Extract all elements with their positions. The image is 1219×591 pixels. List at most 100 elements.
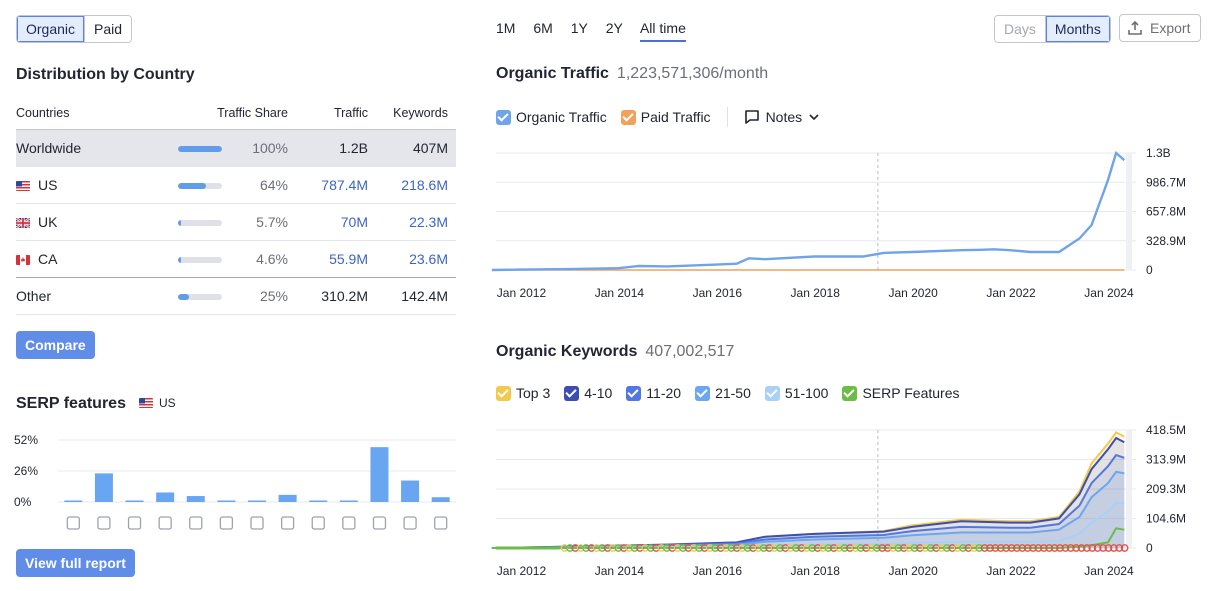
traffic-value: 1,223,571,306/month [616, 65, 769, 82]
traffic-value: 310.2M [321, 287, 368, 304]
serp-bar [186, 496, 205, 502]
us-flag-icon [16, 180, 30, 191]
organic-toggle[interactable]: Organic [17, 16, 85, 42]
traffic-link[interactable]: 55.9M [329, 251, 368, 267]
keywords-chart: 418.5M 313.9M 209.3M 104.6M 0 Jan 2012 Jan 201… [491, 423, 1186, 578]
notes-icon [744, 110, 759, 124]
period-all-time[interactable]: All time [639, 20, 686, 42]
serp-bar [156, 492, 175, 502]
share-value: 64% [259, 176, 288, 193]
traffic-chart: 1.3B 986.7M 657.8M 328.9M 0 Jan 2012 Jan 2014 J… [491, 146, 1186, 300]
days-toggle[interactable]: Days [995, 16, 1045, 42]
divider [726, 107, 728, 127]
crown-icon [66, 516, 80, 530]
x-tick-label: Jan 2020 [888, 286, 938, 300]
serp-bar [125, 500, 144, 502]
images-icon [189, 516, 203, 530]
legend-paid-traffic[interactable]: Paid Traffic [620, 109, 711, 125]
review-icon [280, 516, 295, 530]
serp-country[interactable]: US [139, 396, 176, 410]
keywords-link[interactable]: 22.3M [409, 214, 448, 230]
checkbox-icon [564, 385, 580, 401]
legend-label: 11-20 [646, 385, 682, 401]
granularity-toggle: Days Months [994, 15, 1111, 43]
x-tick-label: Jan 2020 [888, 564, 938, 578]
x-tick-label: Jan 2024 [1084, 564, 1134, 578]
y-tick-label: 0% [14, 495, 32, 509]
share-value: 100% [252, 139, 288, 156]
table-row[interactable]: CA 4.6% 55.9M 23.6M [16, 239, 456, 277]
country-name: Other [16, 287, 52, 304]
y-tick-label: 313.9M [1146, 453, 1186, 467]
incomplete-period [1126, 430, 1132, 548]
traffic-value: 1.2B [339, 139, 368, 156]
keywords-header: Organic Keywords 407,002,517 [496, 343, 734, 361]
table-row[interactable]: US 64% 787.4M 218.6M [16, 165, 456, 203]
x-tick-label: Jan 2022 [986, 286, 1036, 300]
link-icon [97, 516, 111, 530]
keywords-legend: Top 3 4-10 11-20 21-50 51-100 SERP Featu… [496, 385, 973, 401]
legend-organic-traffic[interactable]: Organic Traffic [496, 109, 607, 125]
legend-serp-features[interactable]: SERP Features [842, 385, 959, 401]
list-icon [434, 516, 448, 530]
compare-button[interactable]: Compare [16, 331, 95, 359]
serp-bar [370, 447, 389, 502]
col-traffic-share: Traffic Share [217, 105, 288, 120]
country-name: CA [38, 250, 58, 267]
export-label: Export [1150, 20, 1191, 36]
legend-label: 51-100 [784, 385, 829, 401]
serp-bar [94, 473, 113, 502]
checkbox-icon [695, 385, 711, 401]
traffic-legend: Organic Traffic Paid Traffic Notes [496, 107, 820, 127]
comment-icon [372, 516, 387, 530]
share-bar [178, 182, 223, 189]
y-tick-label: 0 [1146, 263, 1153, 277]
export-button[interactable]: Export [1119, 14, 1202, 42]
view-full-report-button[interactable]: View full report [16, 549, 135, 577]
period-1y[interactable]: 1Y [571, 20, 588, 40]
serp-bar [401, 480, 420, 502]
legend-21-50[interactable]: 21-50 [695, 385, 751, 401]
serp-title: SERP features [16, 395, 126, 412]
play-icon [219, 516, 234, 530]
paid-toggle[interactable]: Paid [84, 16, 132, 42]
months-toggle[interactable]: Months [1044, 16, 1110, 42]
source-toggle: Organic Paid [16, 15, 133, 43]
table-row: Other 25% 310.2M 142.4M [16, 276, 456, 315]
period-2y[interactable]: 2Y [606, 20, 623, 40]
y-tick-label: 209.3M [1146, 482, 1186, 496]
legend-51-100[interactable]: 51-100 [764, 385, 829, 401]
ca-flag-icon [16, 254, 30, 265]
x-tick-label: Jan 2014 [595, 286, 645, 300]
traffic-link[interactable]: 787.4M [321, 177, 368, 193]
play-circle-icon [250, 516, 264, 530]
legend-label: Paid Traffic [640, 109, 711, 125]
legend-11-20[interactable]: 11-20 [626, 385, 681, 401]
serp-bar [278, 494, 297, 502]
keywords-link[interactable]: 218.6M [401, 177, 448, 193]
table-row[interactable]: UK 5.7% 70M 22.3M [16, 202, 456, 240]
checkbox-icon [764, 385, 780, 401]
diamond-icon [127, 516, 142, 530]
table-row[interactable]: Worldwide 100% 1.2B 407M [16, 128, 456, 166]
share-bar [178, 219, 223, 226]
y-tick-label: 418.5M [1146, 423, 1186, 437]
notes-dropdown[interactable]: Notes [744, 109, 821, 125]
legend-4-10[interactable]: 4-10 [564, 385, 612, 401]
distribution-title: Distribution by Country [16, 66, 195, 83]
x-tick-label: Jan 2018 [791, 564, 841, 578]
y-tick-label: 26% [14, 464, 38, 478]
notes-label: Notes [765, 109, 803, 125]
share-value: 4.6% [256, 250, 288, 267]
checklist-icon [342, 516, 356, 530]
keywords-link[interactable]: 23.6M [409, 251, 448, 267]
x-tick-label: Jan 2012 [497, 286, 547, 300]
country-name: US [38, 176, 58, 193]
period-selector: 1M 6M 1Y 2Y All time [496, 20, 700, 42]
period-1m[interactable]: 1M [496, 20, 515, 40]
legend-top3[interactable]: Top 3 [496, 385, 550, 401]
period-6m[interactable]: 6M [533, 20, 552, 40]
y-tick-label: 104.6M [1146, 512, 1186, 526]
serp-bar [64, 500, 83, 502]
traffic-link[interactable]: 70M [341, 214, 368, 230]
